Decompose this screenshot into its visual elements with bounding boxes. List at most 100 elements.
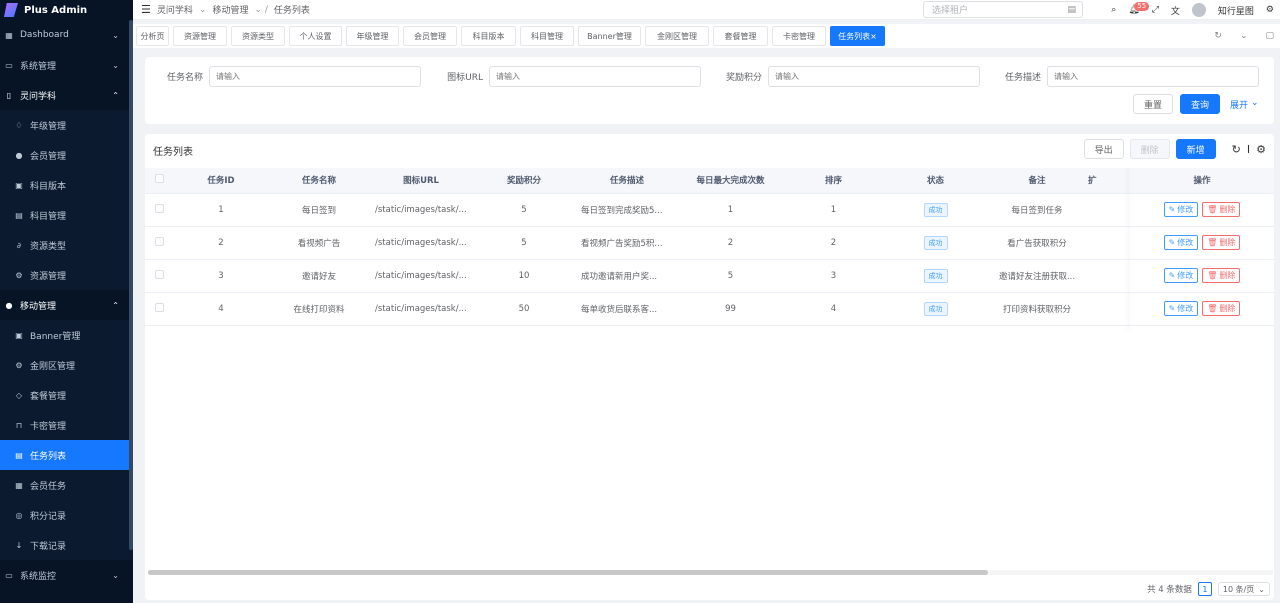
sidebar-scrollbar[interactable] xyxy=(129,20,133,550)
tab-item[interactable]: Banner管理 xyxy=(578,26,641,46)
tab-item[interactable]: 科目管理 xyxy=(520,26,574,46)
sidebar-item[interactable]: ⊓ 卡密管理 xyxy=(0,410,133,440)
tab-item[interactable]: 资源管理 xyxy=(173,26,227,46)
edit-button[interactable]: ✎ 修改 xyxy=(1163,235,1199,250)
sidebar-item[interactable]: ∂ 资源类型 xyxy=(0,230,133,260)
sidebar-item[interactable]: ▭ 系统监控 ⌄ xyxy=(0,560,133,590)
sidebar-item[interactable]: ▦ 会员任务 xyxy=(0,470,133,500)
col-header[interactable]: 任务名称 xyxy=(269,168,369,194)
search-icon[interactable]: ⌕ xyxy=(1111,5,1116,15)
tenant-select[interactable]: 选择租户 ▤ xyxy=(923,1,1083,18)
refresh-icon[interactable]: ↻ xyxy=(1214,31,1222,41)
tab-item[interactable]: 个人设置 xyxy=(289,26,342,46)
col-header[interactable]: 备注 xyxy=(986,168,1088,194)
col-header[interactable]: 排序 xyxy=(782,168,885,194)
breadcrumb: ☰ 灵问学科 ⌄ 移动管理 ⌄ / 任务列表 xyxy=(141,3,310,16)
row-delete-button[interactable]: 🗑︎ 删除 xyxy=(1202,301,1241,316)
gear-icon[interactable]: ⚙ xyxy=(1266,5,1274,15)
avatar[interactable] xyxy=(1191,3,1206,17)
tab-item[interactable]: 金刚区管理 xyxy=(645,26,709,46)
reward-points-input[interactable] xyxy=(768,66,980,87)
breadcrumb-item[interactable]: 移动管理 xyxy=(212,3,248,16)
page-size-select[interactable]: 10 条/页 ⌄ xyxy=(1217,582,1270,596)
sidebar-item[interactable]: ● 移动管理 ⌃ xyxy=(0,290,133,320)
task-name-input[interactable] xyxy=(209,66,421,87)
horizontal-scrollbar[interactable] xyxy=(148,570,1273,575)
sidebar-item[interactable]: ▣ Banner管理 xyxy=(0,320,133,350)
row-delete-button[interactable]: 🗑︎ 删除 xyxy=(1202,268,1241,283)
sidebar-item[interactable]: ⚙ 金刚区管理 xyxy=(0,350,133,380)
row-checkbox[interactable] xyxy=(154,302,164,312)
row-checkbox[interactable] xyxy=(154,236,164,246)
page-button[interactable]: 1 xyxy=(1197,582,1212,596)
sidebar-item[interactable]: ▣ 科目版本 xyxy=(0,170,133,200)
edit-button[interactable]: ✎ 修改 xyxy=(1163,268,1199,283)
table-row[interactable]: 2 看视频广告/static/images/task/... 5 看视频广告奖励5积.… xyxy=(145,226,1274,260)
edit-button[interactable]: ✎ 修改 xyxy=(1163,202,1199,217)
reset-button[interactable]: 重置 xyxy=(1133,94,1173,114)
tab-item[interactable]: 分析页 xyxy=(136,26,169,46)
sidebar-item[interactable]: ▦ Dashboard ⌄ xyxy=(0,20,133,50)
notification-bell[interactable]: 🔔︎ 55 xyxy=(1128,2,1150,15)
tab-item[interactable]: 任务列表 × xyxy=(830,26,885,46)
icon-url-input[interactable] xyxy=(489,66,701,87)
username[interactable]: 知行星图 xyxy=(1218,4,1254,17)
tab-item[interactable]: 卡密管理 xyxy=(772,26,826,46)
col-header[interactable]: 奖励积分 xyxy=(473,168,575,194)
cell-status: 成功 xyxy=(885,259,986,293)
tab-item[interactable]: 会员管理 xyxy=(403,26,457,46)
row-checkbox[interactable] xyxy=(154,269,164,279)
col-header[interactable]: 任务ID xyxy=(173,168,269,194)
menu-fold-icon[interactable]: ☰ xyxy=(141,3,151,16)
sidebar-item[interactable]: ▭ 系统管理 ⌄ xyxy=(0,50,133,80)
sidebar-item[interactable]: ◎ 积分记录 xyxy=(0,500,133,530)
sidebar-item[interactable]: ▤ 科目管理 xyxy=(0,200,133,230)
query-button[interactable]: 查询 xyxy=(1180,94,1220,114)
export-button[interactable]: 导出 xyxy=(1083,139,1124,159)
sidebar-item-label: 会员管理 xyxy=(30,151,67,162)
sidebar-item[interactable]: ♢ 年级管理 xyxy=(0,110,133,140)
settings-icon[interactable]: ⚙ xyxy=(1256,143,1266,156)
task-desc-input[interactable] xyxy=(1047,66,1259,87)
col-header[interactable]: 每日最大完成次数 xyxy=(679,168,782,194)
col-header[interactable]: 图标URL xyxy=(369,168,473,194)
cell-remark: 每日签到任务 xyxy=(986,193,1088,227)
tab-item[interactable]: 资源类型 xyxy=(231,26,285,46)
col-header[interactable]: 扩 xyxy=(1088,168,1130,194)
expand-icon[interactable]: ▢ xyxy=(1265,31,1274,41)
sidebar-item[interactable]: ▤ 任务列表 xyxy=(0,440,133,470)
column-height-icon[interactable]: I xyxy=(1247,143,1250,156)
chevron-down-icon[interactable]: ⌄ xyxy=(1240,31,1248,41)
sidebar-item[interactable]: ◇ 套餐管理 xyxy=(0,380,133,410)
close-icon[interactable]: × xyxy=(870,32,877,41)
sidebar-item-label: 会员任务 xyxy=(30,481,67,492)
sidebar-item[interactable]: ▯ 灵问学科 ⌃ xyxy=(0,80,133,110)
refresh-icon[interactable]: ↻ xyxy=(1232,143,1241,156)
sidebar-item[interactable]: ↓ 下载记录 xyxy=(0,530,133,560)
table-row[interactable]: 4 在线打印资料/static/images/task/... 50 每单收货后联系客… xyxy=(145,292,1274,326)
sidebar-item[interactable]: ● 会员管理 xyxy=(0,140,133,170)
add-button[interactable]: 新增 xyxy=(1175,139,1216,159)
tab-item[interactable]: 科目版本 xyxy=(461,26,516,46)
delete-button[interactable]: 删除 xyxy=(1129,139,1170,159)
tab-item[interactable]: 年级管理 xyxy=(346,26,399,46)
translate-icon[interactable]: 文 xyxy=(1171,4,1180,17)
expand-toggle[interactable]: 展开 ⌄ xyxy=(1230,98,1259,111)
table-row[interactable]: 3 邀请好友/static/images/task/... 10 成功邀请新用户奖..… xyxy=(145,259,1274,293)
status-badge: 成功 xyxy=(923,235,948,250)
fullscreen-icon[interactable]: ⤢ xyxy=(1152,5,1159,15)
breadcrumb-item[interactable]: 灵问学科 xyxy=(157,3,193,16)
row-checkbox[interactable] xyxy=(154,203,164,213)
select-all-checkbox[interactable] xyxy=(154,174,164,184)
col-header[interactable]: 状态 xyxy=(885,168,986,194)
tab-item[interactable]: 套餐管理 xyxy=(713,26,768,46)
col-header[interactable]: 任务描述 xyxy=(575,168,679,194)
cell-url: /static/images/task/... xyxy=(369,193,473,227)
header-tools: ⌕ 🔔︎ 55 ⤢ 文 知行星图 ⚙ xyxy=(1111,0,1280,20)
sidebar-item[interactable]: ⚙ 资源管理 xyxy=(0,260,133,290)
tab-label: 个人设置 xyxy=(299,31,332,41)
row-delete-button[interactable]: 🗑︎ 删除 xyxy=(1202,202,1241,217)
table-row[interactable]: 1 每日签到/static/images/task/... 5 每日签到完成奖励5..… xyxy=(145,193,1274,227)
row-delete-button[interactable]: 🗑︎ 删除 xyxy=(1202,235,1241,250)
edit-button[interactable]: ✎ 修改 xyxy=(1163,301,1199,316)
